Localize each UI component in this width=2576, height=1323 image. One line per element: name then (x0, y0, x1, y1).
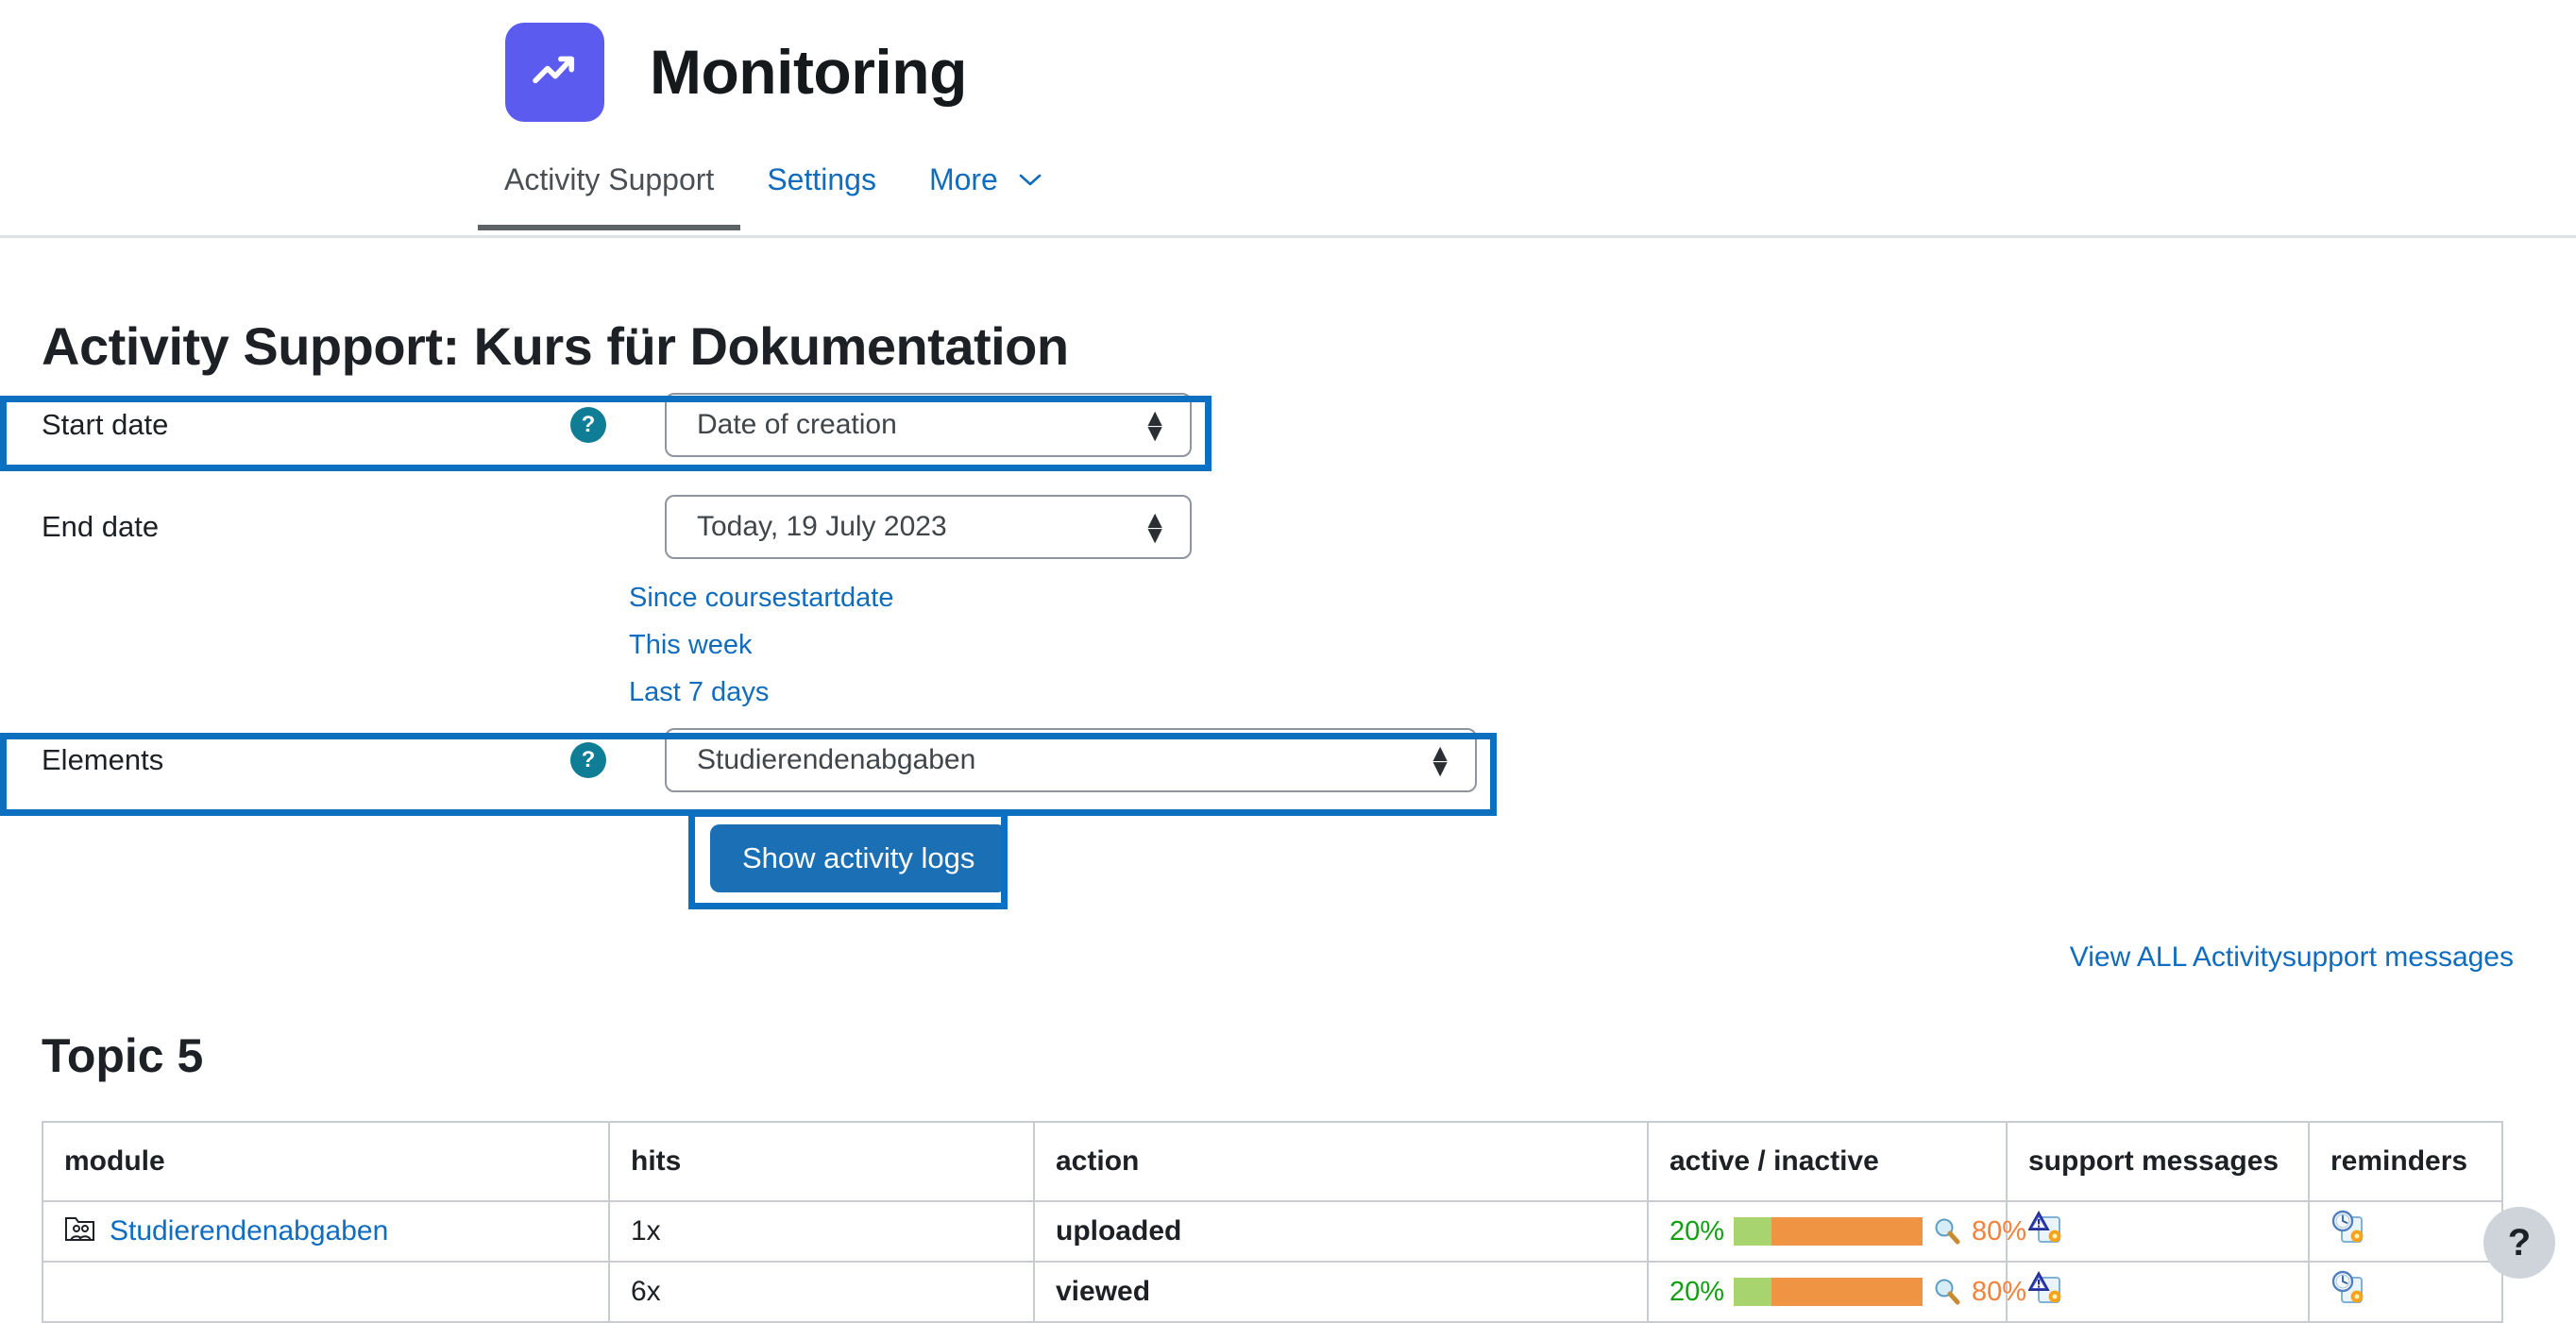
cell-support-messages (2006, 1261, 2310, 1323)
module-link-studierendenabgaben[interactable]: Studierendenabgaben (110, 1215, 388, 1247)
form-row-start-date: Start date ? Date of creation ▲ ▼ (42, 390, 2534, 460)
page-title: Activity Support: Kurs für Dokumentation (42, 316, 1069, 376)
col-header-support-messages: support messages (2006, 1121, 2310, 1202)
start-date-select-value: Date of creation (697, 409, 897, 440)
end-date-select[interactable]: Today, 19 July 2023 ▲ ▼ (665, 495, 1192, 559)
app-header: Monitoring (0, 0, 2576, 144)
main-content: Activity Support: Kurs für Dokumentation… (0, 315, 2576, 1323)
elements-label: Elements (42, 743, 164, 776)
cell-action: viewed (1033, 1261, 1649, 1323)
cell-reminders (2308, 1200, 2503, 1263)
cell-support-messages (2006, 1200, 2310, 1263)
cell-hits: 1x (608, 1200, 1035, 1263)
link-since-coursestartdate[interactable]: Since coursestartdate (629, 583, 893, 614)
elements-select[interactable]: Studierendenabgaben ▲ ▼ (665, 728, 1477, 792)
primary-nav-tabs: Activity Support Settings More (0, 144, 2576, 238)
select-spinner-icon: ▲ ▼ (1143, 504, 1167, 549)
col-header-module: module (42, 1121, 610, 1202)
clock-document-gear-icon[interactable] (2330, 1269, 2368, 1307)
tab-activity-support[interactable]: Activity Support (478, 144, 741, 230)
cell-hits: 6x (608, 1261, 1035, 1323)
topic-title: Topic 5 (42, 1029, 204, 1082)
tab-more-label: More (928, 162, 998, 196)
elements-help-icon[interactable]: ? (570, 742, 606, 778)
cell-active-inactive: 20% 80% (1647, 1261, 2026, 1323)
elements-select-value: Studierendenabgaben (697, 744, 976, 775)
help-fab-button[interactable]: ? (2483, 1207, 2555, 1279)
link-this-week[interactable]: This week (629, 630, 753, 661)
cell-reminders (2308, 1261, 2503, 1323)
table-row: Studierendenabgaben 1x uploaded 20% 80% (42, 1200, 2503, 1263)
tab-more[interactable]: More (903, 144, 1069, 230)
cell-action: uploaded (1033, 1200, 1649, 1263)
col-header-hits: hits (608, 1121, 1035, 1202)
form-row-end-date: End date Today, 19 July 2023 ▲ ▼ (42, 492, 2534, 562)
inactive-percent: 80% (1972, 1276, 2027, 1307)
cell-active-inactive: 20% 80% (1647, 1200, 2026, 1263)
col-header-action: action (1033, 1121, 1649, 1202)
date-quick-links: Since coursestartdate This week Last 7 d… (629, 562, 2534, 708)
start-date-label: Start date (42, 408, 169, 441)
trending-up-icon (529, 45, 582, 98)
tab-settings-label: Settings (767, 162, 876, 196)
end-date-label: End date (42, 510, 160, 543)
tab-settings[interactable]: Settings (740, 144, 903, 230)
clock-document-gear-icon[interactable] (2330, 1209, 2368, 1247)
cell-module: Studierendenabgaben (42, 1200, 610, 1263)
monitoring-logo (505, 22, 604, 122)
warning-document-gear-icon[interactable] (2028, 1209, 2066, 1247)
active-percent: 20% (1669, 1215, 1725, 1247)
col-header-reminders: reminders (2308, 1121, 2503, 1202)
view-all-activitysupport-messages-link[interactable]: View ALL Activitysupport messages (2070, 941, 2514, 973)
active-inactive-bar (1734, 1217, 1924, 1246)
cell-module (42, 1261, 610, 1323)
col-header-active-inactive: active / inactive (1647, 1121, 2008, 1202)
form-row-elements: Elements ? Studierendenabgaben ▲ ▼ (42, 725, 2534, 795)
warning-document-gear-icon[interactable] (2028, 1269, 2066, 1307)
start-date-select[interactable]: Date of creation ▲ ▼ (665, 393, 1192, 457)
table-row: 6x viewed 20% 80% (42, 1261, 2503, 1323)
table-header-row: module hits action active / inactive sup… (42, 1121, 2503, 1202)
start-date-help-icon[interactable]: ? (570, 407, 606, 443)
select-spinner-icon: ▲ ▼ (1428, 738, 1452, 782)
end-date-select-value: Today, 19 July 2023 (697, 511, 947, 542)
link-last-7-days[interactable]: Last 7 days (629, 677, 769, 708)
chevron-down-icon (1018, 169, 1042, 192)
activity-table: module hits action active / inactive sup… (42, 1121, 2503, 1323)
folder-users-icon (64, 1213, 96, 1250)
show-activity-logs-button[interactable]: Show activity logs (710, 824, 1008, 892)
tab-activity-support-label: Activity Support (504, 162, 715, 196)
active-percent: 20% (1669, 1276, 1725, 1307)
submit-button-wrap: Show activity logs (710, 795, 2534, 892)
view-all-messages-wrap: View ALL Activitysupport messages (42, 941, 2534, 974)
page-app-title: Monitoring (650, 37, 967, 107)
magnifier-icon[interactable] (1932, 1277, 1962, 1307)
active-inactive-bar (1734, 1278, 1924, 1306)
select-spinner-icon: ▲ ▼ (1143, 402, 1167, 447)
magnifier-icon[interactable] (1932, 1216, 1962, 1247)
inactive-percent: 80% (1972, 1215, 2027, 1247)
